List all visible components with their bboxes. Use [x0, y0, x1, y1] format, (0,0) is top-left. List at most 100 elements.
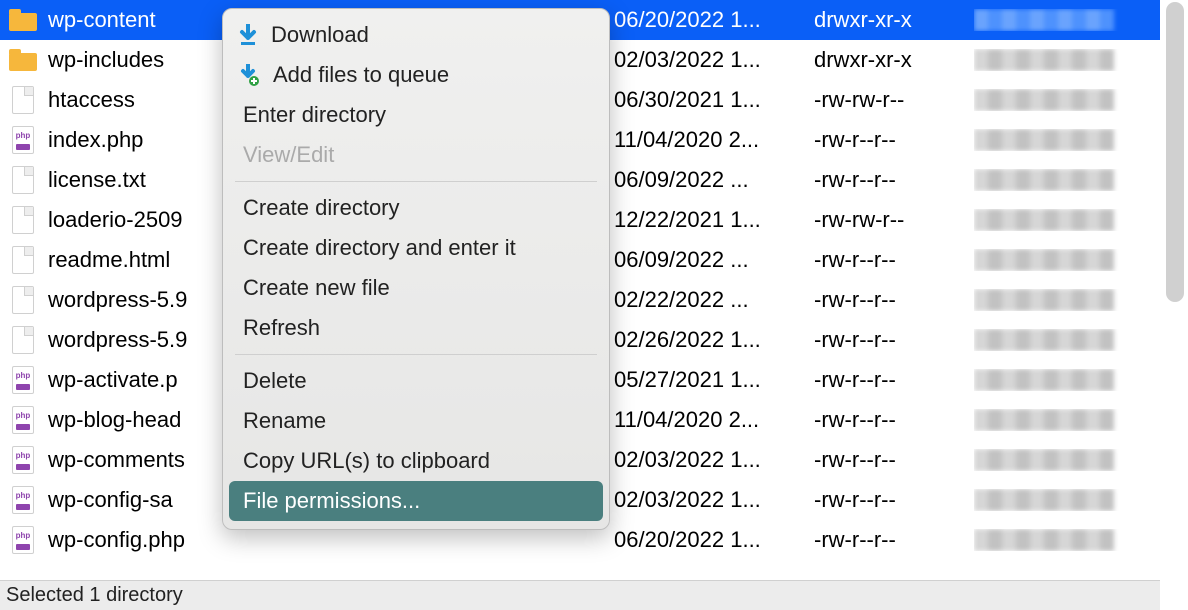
file-permissions: -rw-r--r--: [814, 367, 974, 393]
menu-add-queue[interactable]: Add files to queue: [223, 55, 609, 95]
file-permissions: -rw-r--r--: [814, 247, 974, 273]
file-owner: [974, 449, 1144, 471]
file-icon-cell: [0, 446, 46, 474]
file-icon-cell: [0, 86, 46, 114]
file-owner: [974, 169, 1144, 191]
menu-download[interactable]: Download: [223, 15, 609, 55]
file-date: 02/03/2022 1...: [614, 487, 814, 513]
owner-redacted: [974, 209, 1114, 231]
menu-create-directory-enter-label: Create directory and enter it: [243, 235, 516, 261]
menu-create-file[interactable]: Create new file: [223, 268, 609, 308]
menu-create-directory-label: Create directory: [243, 195, 400, 221]
file-icon-cell: [0, 9, 46, 31]
owner-redacted: [974, 89, 1114, 111]
file-permissions: -rw-r--r--: [814, 127, 974, 153]
file-icon: [12, 206, 34, 234]
php-file-icon: [12, 366, 34, 394]
file-icon: [12, 246, 34, 274]
file-date: 06/20/2022 1...: [614, 527, 814, 553]
file-owner: [974, 369, 1144, 391]
file-icon-cell: [0, 526, 46, 554]
owner-redacted: [974, 9, 1114, 31]
owner-redacted: [974, 409, 1114, 431]
menu-refresh-label: Refresh: [243, 315, 320, 341]
menu-download-label: Download: [271, 22, 369, 48]
owner-redacted: [974, 329, 1114, 351]
owner-redacted: [974, 249, 1114, 271]
owner-redacted: [974, 529, 1114, 551]
file-name: wp-config.php: [46, 527, 614, 553]
file-permissions: -rw-r--r--: [814, 167, 974, 193]
file-owner: [974, 409, 1144, 431]
file-icon-cell: [0, 366, 46, 394]
file-owner: [974, 49, 1144, 71]
file-icon-cell: [0, 486, 46, 514]
file-icon-cell: [0, 166, 46, 194]
file-date: 06/30/2021 1...: [614, 87, 814, 113]
menu-separator: [235, 181, 597, 182]
file-date: 02/03/2022 1...: [614, 447, 814, 473]
php-file-icon: [12, 526, 34, 554]
menu-copy-url[interactable]: Copy URL(s) to clipboard: [223, 441, 609, 481]
file-permissions: -rw-r--r--: [814, 407, 974, 433]
file-owner: [974, 529, 1144, 551]
file-icon: [12, 86, 34, 114]
file-owner: [974, 489, 1144, 511]
owner-redacted: [974, 369, 1114, 391]
file-icon-cell: [0, 246, 46, 274]
menu-delete[interactable]: Delete: [223, 361, 609, 401]
add-to-queue-icon: [239, 64, 259, 86]
folder-icon: [9, 9, 37, 31]
scrollbar-thumb[interactable]: [1166, 2, 1184, 302]
owner-redacted: [974, 449, 1114, 471]
file-icon: [12, 166, 34, 194]
file-date: 06/09/2022 ...: [614, 247, 814, 273]
menu-delete-label: Delete: [243, 368, 307, 394]
file-date: 02/26/2022 1...: [614, 327, 814, 353]
owner-redacted: [974, 289, 1114, 311]
file-permissions: -rw-rw-r--: [814, 87, 974, 113]
file-date: 02/03/2022 1...: [614, 47, 814, 73]
menu-refresh[interactable]: Refresh: [223, 308, 609, 348]
file-owner: [974, 89, 1144, 111]
php-file-icon: [12, 486, 34, 514]
file-date: 11/04/2020 2...: [614, 407, 814, 433]
scrollbar-track[interactable]: [1160, 0, 1188, 610]
file-permissions: -rw-r--r--: [814, 527, 974, 553]
file-permissions: drwxr-xr-x: [814, 47, 974, 73]
menu-view-edit: View/Edit: [223, 135, 609, 175]
menu-add-queue-label: Add files to queue: [273, 62, 449, 88]
menu-enter-directory[interactable]: Enter directory: [223, 95, 609, 135]
download-icon: [239, 24, 257, 46]
folder-icon: [9, 49, 37, 71]
file-permissions: -rw-rw-r--: [814, 207, 974, 233]
owner-redacted: [974, 49, 1114, 71]
file-permissions: -rw-r--r--: [814, 447, 974, 473]
menu-create-file-label: Create new file: [243, 275, 390, 301]
menu-rename-label: Rename: [243, 408, 326, 434]
php-file-icon: [12, 126, 34, 154]
file-permissions: drwxr-xr-x: [814, 7, 974, 33]
file-owner: [974, 129, 1144, 151]
file-icon-cell: [0, 326, 46, 354]
menu-create-directory-enter[interactable]: Create directory and enter it: [223, 228, 609, 268]
context-menu[interactable]: Download Add files to queue Enter direct…: [222, 8, 610, 530]
menu-copy-url-label: Copy URL(s) to clipboard: [243, 448, 490, 474]
menu-separator: [235, 354, 597, 355]
file-permissions: -rw-r--r--: [814, 287, 974, 313]
file-icon-cell: [0, 406, 46, 434]
status-bar: Selected 1 directory: [0, 580, 1160, 610]
file-owner: [974, 209, 1144, 231]
menu-view-edit-label: View/Edit: [243, 142, 334, 168]
file-icon-cell: [0, 286, 46, 314]
menu-file-permissions[interactable]: File permissions...: [229, 481, 603, 521]
menu-file-permissions-label: File permissions...: [243, 488, 420, 514]
menu-rename[interactable]: Rename: [223, 401, 609, 441]
file-date: 06/20/2022 1...: [614, 7, 814, 33]
file-date: 02/22/2022 ...: [614, 287, 814, 313]
file-icon: [12, 326, 34, 354]
file-owner: [974, 329, 1144, 351]
menu-create-directory[interactable]: Create directory: [223, 188, 609, 228]
file-icon-cell: [0, 126, 46, 154]
file-owner: [974, 9, 1144, 31]
